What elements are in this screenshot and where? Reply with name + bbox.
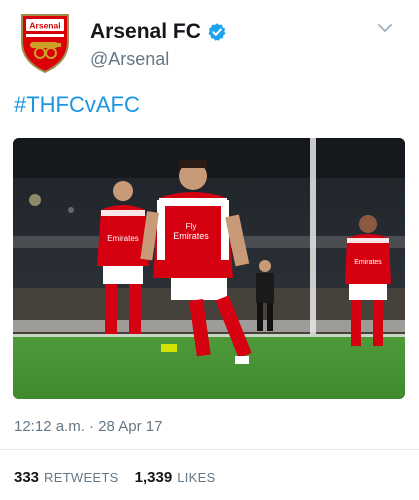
retweets-count: 333 — [14, 469, 40, 486]
chevron-down-icon[interactable] — [377, 22, 393, 34]
hashtag-link[interactable]: #THFCvAFC — [14, 92, 140, 118]
shirt-sponsor-left: Emirates — [107, 234, 139, 243]
shirt-sponsor-main: Emirates — [173, 231, 209, 241]
verified-badge-icon — [208, 23, 226, 41]
retweets-stat[interactable]: 333 RETWEETS — [14, 469, 119, 486]
shirt-sponsor-fly: Fly — [186, 222, 197, 231]
likes-label: LIKES — [177, 470, 216, 485]
tweet-timestamp[interactable]: 12:12 a.m. · 28 Apr 17 — [14, 418, 162, 436]
author-name-row[interactable]: Arsenal FC — [90, 20, 227, 44]
author-display-name[interactable]: Arsenal FC — [90, 20, 201, 44]
arsenal-crest-avatar[interactable]: Arsenal — [18, 12, 72, 74]
tweet-header: Arsenal Arsenal FC @Arsenal — [0, 0, 419, 85]
tweet-photo[interactable]: Emirates Emirates Fly Emirates — [13, 138, 405, 399]
photo-scene: Emirates Emirates Fly Emirates — [13, 138, 405, 399]
likes-stat[interactable]: 1,339 LIKES — [135, 469, 216, 486]
shirt-sponsor-right: Emirates — [354, 259, 382, 266]
tweet-stats: 333 RETWEETS 1,339 LIKES — [14, 469, 232, 486]
likes-count: 1,339 — [134, 469, 173, 486]
crest-text: Arsenal — [29, 21, 60, 31]
retweets-label: RETWEETS — [44, 470, 119, 485]
author-handle[interactable]: @Arsenal — [90, 48, 169, 70]
stats-divider — [0, 449, 419, 450]
